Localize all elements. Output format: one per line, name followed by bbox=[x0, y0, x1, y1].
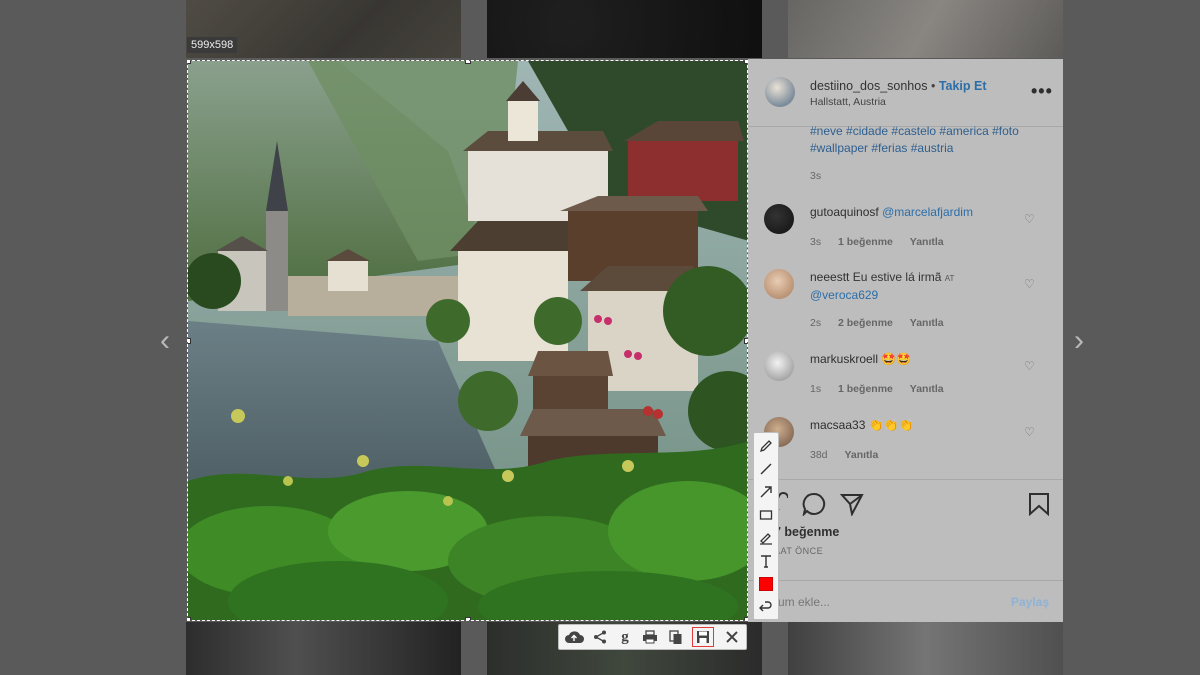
heart-icon[interactable]: ♡ bbox=[1024, 425, 1036, 439]
heart-icon[interactable]: ♡ bbox=[1024, 277, 1036, 291]
share-button[interactable]: Paylaş bbox=[1011, 595, 1049, 609]
comment-username[interactable]: gutoaquinosf bbox=[810, 205, 879, 219]
copy-icon[interactable] bbox=[665, 627, 687, 647]
grid-thumbnail[interactable] bbox=[487, 0, 762, 58]
comment-time: 38d bbox=[810, 449, 828, 461]
comment-username[interactable]: macsaa33 bbox=[810, 418, 865, 432]
comment-text[interactable]: @marcelafjardim bbox=[882, 205, 973, 219]
grid-thumbnail[interactable] bbox=[788, 622, 1063, 675]
next-post-chevron-icon[interactable]: › bbox=[1074, 326, 1084, 356]
resize-handle[interactable] bbox=[744, 61, 747, 64]
comment-text: 🤩🤩 bbox=[881, 352, 912, 366]
reply-button[interactable]: Yanıtla bbox=[910, 317, 944, 329]
comment-time: 3s bbox=[810, 236, 822, 248]
caption-timestamp: 3s bbox=[810, 170, 822, 182]
undo-icon[interactable] bbox=[756, 597, 776, 617]
post-detail-panel: destiino_dos_sonhos • Takip Et Hallstatt… bbox=[748, 59, 1063, 622]
avatar[interactable] bbox=[764, 351, 794, 381]
comment-username[interactable]: markuskroell bbox=[810, 352, 878, 366]
comment-item: macsaa33 👏👏👏 38d Yanıtla ♡ bbox=[748, 417, 1063, 477]
grid-thumbnail[interactable] bbox=[186, 622, 461, 675]
bookmark-icon[interactable] bbox=[1028, 492, 1050, 516]
resize-handle[interactable] bbox=[188, 617, 191, 620]
resize-handle[interactable] bbox=[465, 617, 471, 620]
post-location[interactable]: Hallstatt, Austria bbox=[810, 96, 886, 108]
reply-button[interactable]: Yanıtla bbox=[910, 236, 944, 248]
more-options-icon[interactable]: ••• bbox=[1031, 81, 1053, 102]
resize-handle[interactable] bbox=[188, 338, 191, 344]
drawing-toolbar bbox=[753, 432, 779, 620]
comment-time: 2s bbox=[810, 317, 822, 329]
grid-thumbnail[interactable] bbox=[788, 0, 1063, 58]
cloud-upload-icon[interactable] bbox=[563, 627, 585, 647]
follow-button[interactable]: Takip Et bbox=[939, 79, 987, 93]
capture-action-toolbar: g bbox=[558, 624, 747, 650]
print-icon[interactable] bbox=[639, 627, 661, 647]
comment-likes[interactable]: 1 beğenme bbox=[838, 383, 893, 395]
send-icon[interactable] bbox=[840, 492, 864, 516]
comment-time: 1s bbox=[810, 383, 822, 395]
comment-likes[interactable]: 2 beğenme bbox=[838, 317, 893, 329]
resize-handle[interactable] bbox=[744, 338, 747, 344]
comment-username[interactable]: neeestt bbox=[810, 270, 849, 284]
save-icon[interactable] bbox=[692, 627, 714, 647]
comment-text: Eu estive lá irmã bbox=[852, 270, 942, 284]
comment-bubble-icon[interactable] bbox=[802, 492, 826, 516]
heart-icon[interactable]: ♡ bbox=[1024, 212, 1036, 226]
post-header: destiino_dos_sonhos • Takip Et Hallstatt… bbox=[748, 59, 1063, 127]
text-icon[interactable] bbox=[756, 551, 776, 571]
reply-button[interactable]: Yanıtla bbox=[844, 449, 878, 461]
screenshot-selection-region[interactable] bbox=[187, 60, 748, 621]
comment-item: gutoaquinosf @marcelafjardim 3s 1 beğenm… bbox=[748, 204, 1063, 264]
comment-item: neeestt Eu estive lá irmã AT @veroca629 … bbox=[748, 269, 1063, 329]
arrow-icon[interactable] bbox=[756, 482, 776, 502]
caption-hashtags[interactable]: #neve #cidade #castelo #america #foto #w… bbox=[810, 123, 1040, 157]
likes-count[interactable]: 7 beğenme bbox=[774, 525, 839, 539]
avatar[interactable] bbox=[764, 204, 794, 234]
comment-input-row: rum ekle... Paylaş bbox=[748, 580, 1063, 623]
line-icon[interactable] bbox=[756, 459, 776, 479]
avatar[interactable] bbox=[764, 269, 794, 299]
selection-size-label: 599x598 bbox=[187, 37, 238, 53]
post-photo bbox=[188, 61, 747, 620]
google-icon[interactable]: g bbox=[614, 627, 636, 647]
post-timestamp: AAT ÖNCE bbox=[774, 546, 824, 556]
comment-input[interactable]: rum ekle... bbox=[774, 595, 830, 609]
rectangle-icon[interactable] bbox=[756, 505, 776, 525]
marker-icon[interactable] bbox=[756, 528, 776, 548]
color-swatch[interactable] bbox=[756, 574, 776, 594]
heart-icon[interactable]: ♡ bbox=[1024, 359, 1036, 373]
share-icon[interactable] bbox=[589, 627, 611, 647]
post-username[interactable]: destiino_dos_sonhos bbox=[810, 79, 927, 93]
resize-handle[interactable] bbox=[465, 61, 471, 64]
pencil-icon[interactable] bbox=[756, 436, 776, 456]
comment-likes[interactable]: 1 beğenme bbox=[838, 236, 893, 248]
comment-text: 👏👏👏 bbox=[868, 418, 914, 432]
resize-handle[interactable] bbox=[744, 617, 747, 620]
comment-mention[interactable]: @veroca629 bbox=[810, 288, 878, 302]
post-actions: 7 beğenme AAT ÖNCE rum ekle... Paylaş bbox=[748, 479, 1063, 622]
separator-dot: • bbox=[930, 79, 936, 93]
avatar[interactable] bbox=[765, 77, 795, 107]
close-icon[interactable] bbox=[721, 627, 743, 647]
resize-handle[interactable] bbox=[188, 61, 191, 64]
previous-post-chevron-icon[interactable]: ‹ bbox=[160, 326, 170, 356]
comment-item: markuskroell 🤩🤩 1s 1 beğenme Yanıtla ♡ bbox=[748, 351, 1063, 411]
reply-button[interactable]: Yanıtla bbox=[910, 383, 944, 395]
